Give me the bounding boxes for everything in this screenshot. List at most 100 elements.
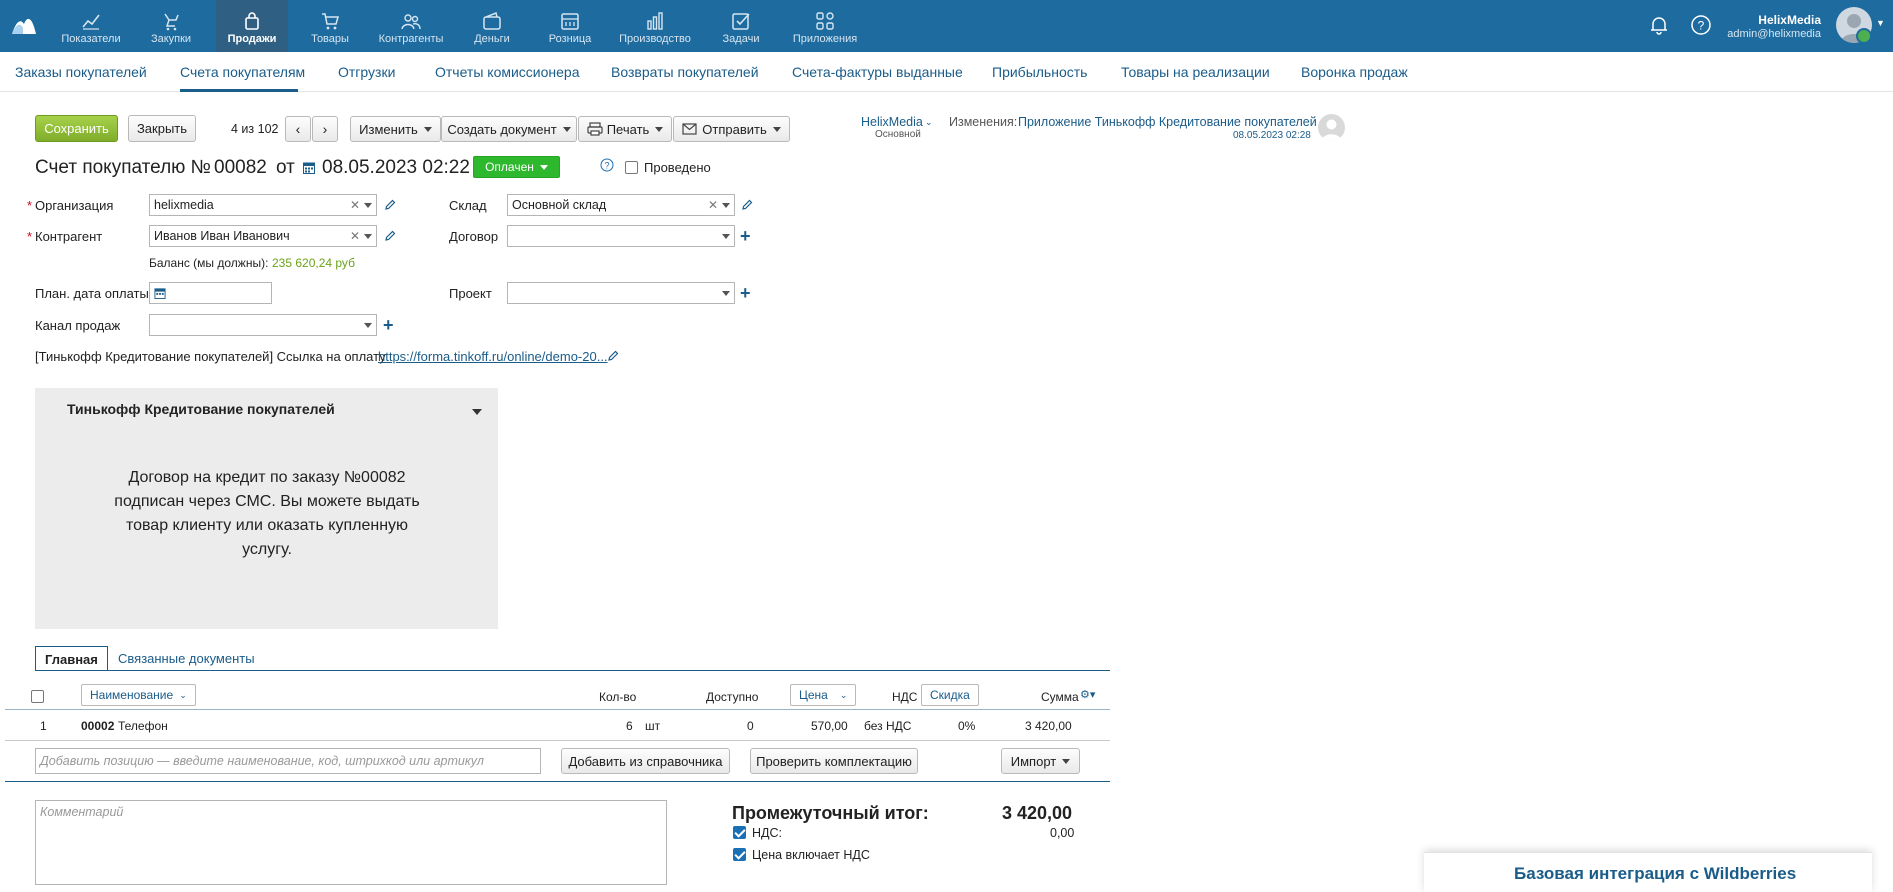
- add-contract-icon[interactable]: +: [740, 227, 751, 245]
- sales-channel-field[interactable]: [149, 314, 377, 336]
- chevron-down-icon[interactable]: [722, 291, 730, 296]
- comment-textarea[interactable]: Комментарий: [35, 800, 667, 885]
- column-settings-gear-icon[interactable]: ⚙▾: [1080, 688, 1095, 701]
- add-from-catalog-button[interactable]: Добавить из справочника: [561, 748, 730, 774]
- chevron-down-icon[interactable]: [722, 203, 730, 208]
- people-icon: [401, 14, 421, 30]
- subnav-consignment-goods[interactable]: Товары на реализации: [1121, 64, 1270, 80]
- doc-date[interactable]: 08.05.2023 02:22: [322, 157, 470, 179]
- nav-apps[interactable]: Приложения: [789, 0, 861, 52]
- edit-pencil-icon[interactable]: [384, 199, 396, 211]
- owner-sub: Основной: [875, 129, 921, 140]
- doc-from: от: [276, 157, 295, 178]
- clear-icon[interactable]: ✕: [708, 195, 718, 215]
- price-includes-vat-checkbox[interactable]: [733, 848, 746, 861]
- row-vat[interactable]: без НДС: [864, 719, 911, 733]
- discount-column-header[interactable]: Скидка: [921, 684, 979, 706]
- chevron-down-icon[interactable]: [364, 203, 372, 208]
- next-record-button[interactable]: ›: [312, 116, 338, 142]
- calendar-icon[interactable]: [303, 161, 315, 174]
- org-field[interactable]: helixmedia ✕: [149, 194, 377, 216]
- nav-label: Товары: [311, 33, 349, 45]
- subnav-issued-invoices[interactable]: Счета-фактуры выданные: [792, 64, 963, 80]
- changes-author-link[interactable]: Приложение Тинькофф Кредитование покупат…: [1018, 115, 1317, 129]
- chevron-down-icon[interactable]: ▼: [1876, 18, 1885, 28]
- close-button[interactable]: Закрыть: [128, 115, 196, 142]
- add-position-input[interactable]: Добавить позицию — введите наименование,…: [35, 748, 541, 774]
- app-logo-icon[interactable]: [10, 12, 38, 38]
- bell-icon[interactable]: [1648, 14, 1670, 36]
- prev-record-button[interactable]: ‹: [285, 116, 311, 142]
- clear-icon[interactable]: ✕: [350, 195, 360, 215]
- product-name[interactable]: Телефон: [118, 719, 168, 733]
- name-header-label: Наименование: [90, 688, 174, 702]
- help-icon[interactable]: ?: [600, 158, 614, 172]
- chevron-down-icon[interactable]: [364, 323, 372, 328]
- row-price[interactable]: 570,00: [811, 719, 848, 733]
- subnav-commission-reports[interactable]: Отчеты комиссионера: [435, 64, 580, 80]
- add-project-icon[interactable]: +: [740, 284, 751, 302]
- nav-sales[interactable]: Продажи: [216, 0, 288, 52]
- subnav-profitability[interactable]: Прибыльность: [992, 64, 1087, 80]
- clear-icon[interactable]: ✕: [350, 226, 360, 246]
- chevron-left-icon: ‹: [295, 121, 301, 137]
- chevron-down-icon[interactable]: [722, 234, 730, 239]
- nav-goods[interactable]: Товары: [294, 0, 366, 52]
- owner-chevron-icon[interactable]: ⌄: [925, 117, 933, 128]
- contract-field[interactable]: [507, 225, 735, 247]
- calendar-icon[interactable]: [154, 287, 166, 299]
- select-all-checkbox[interactable]: [31, 690, 44, 703]
- edit-dropdown-button[interactable]: Изменить: [350, 116, 441, 142]
- plan-date-field[interactable]: [149, 282, 272, 304]
- import-button[interactable]: Импорт: [1001, 748, 1080, 774]
- subnav-customer-returns[interactable]: Возвраты покупателей: [611, 64, 759, 80]
- chevron-down-icon[interactable]: [364, 234, 372, 239]
- tinkoff-payment-link[interactable]: https://forma.tinkoff.ru/online/demo-20.…: [378, 349, 608, 364]
- status-dropdown[interactable]: Оплачен: [473, 156, 560, 178]
- project-field[interactable]: [507, 282, 735, 304]
- doc-number[interactable]: 00082: [214, 157, 267, 179]
- edit-pencil-icon[interactable]: [384, 230, 396, 242]
- edit-pencil-icon[interactable]: [741, 199, 753, 211]
- nav-tasks[interactable]: Задачи: [705, 0, 777, 52]
- nav-indicators[interactable]: Показатели: [55, 0, 127, 52]
- row-discount[interactable]: 0%: [958, 719, 975, 733]
- collapse-triangle-icon[interactable]: [472, 409, 482, 415]
- edit-pencil-icon[interactable]: [607, 350, 619, 362]
- section-divider: [5, 781, 1110, 782]
- nav-production[interactable]: Производство: [617, 0, 693, 52]
- warehouse-field[interactable]: Основной склад ✕: [507, 194, 735, 216]
- user-name[interactable]: HelixMedia: [1758, 13, 1821, 27]
- subnav-shipments[interactable]: Отгрузки: [338, 64, 395, 80]
- row-qty[interactable]: 6: [626, 719, 633, 733]
- nav-retail[interactable]: Розница: [534, 0, 606, 52]
- user-email: admin@helixmedia: [1727, 28, 1821, 40]
- send-button[interactable]: Отправить: [673, 116, 790, 142]
- vat-checkbox[interactable]: [733, 826, 746, 839]
- tab-related-documents[interactable]: Связанные документы: [109, 646, 264, 671]
- posted-checkbox[interactable]: [625, 161, 638, 174]
- subtotal-value: 3 420,00: [1002, 803, 1073, 823]
- name-column-header[interactable]: Наименование ⌄: [81, 684, 196, 706]
- tab-main[interactable]: Главная: [35, 646, 108, 671]
- create-document-button[interactable]: Создать документ: [441, 116, 577, 142]
- help-icon[interactable]: ?: [1690, 14, 1712, 36]
- envelope-icon: [682, 123, 697, 135]
- save-button[interactable]: Сохранить: [35, 115, 118, 142]
- owner-link[interactable]: HelixMedia: [861, 115, 923, 129]
- price-column-header[interactable]: Цена ⌄: [790, 684, 857, 706]
- add-channel-icon[interactable]: +: [383, 316, 394, 334]
- subnav-customer-orders[interactable]: Заказы покупателей: [15, 64, 147, 80]
- nav-money[interactable]: Деньги: [456, 0, 528, 52]
- nav-purchases[interactable]: Закупки: [135, 0, 207, 52]
- wildberries-integration-banner[interactable]: Базовая интеграция с Wildberries: [1424, 852, 1872, 892]
- contractor-field[interactable]: Иванов Иван Иванович ✕: [149, 225, 377, 247]
- pager-text: 4 из 102: [231, 122, 279, 136]
- subnav-customer-invoices[interactable]: Счета покупателям: [180, 64, 305, 80]
- nav-contractors[interactable]: Контрагенты: [375, 0, 447, 52]
- subnav-sales-funnel[interactable]: Воронка продаж: [1301, 64, 1408, 80]
- print-button[interactable]: Печать: [578, 116, 672, 142]
- chevron-right-icon: ›: [322, 121, 328, 137]
- check-set-button[interactable]: Проверить комплектацию: [750, 748, 918, 774]
- project-label: Проект: [449, 286, 492, 301]
